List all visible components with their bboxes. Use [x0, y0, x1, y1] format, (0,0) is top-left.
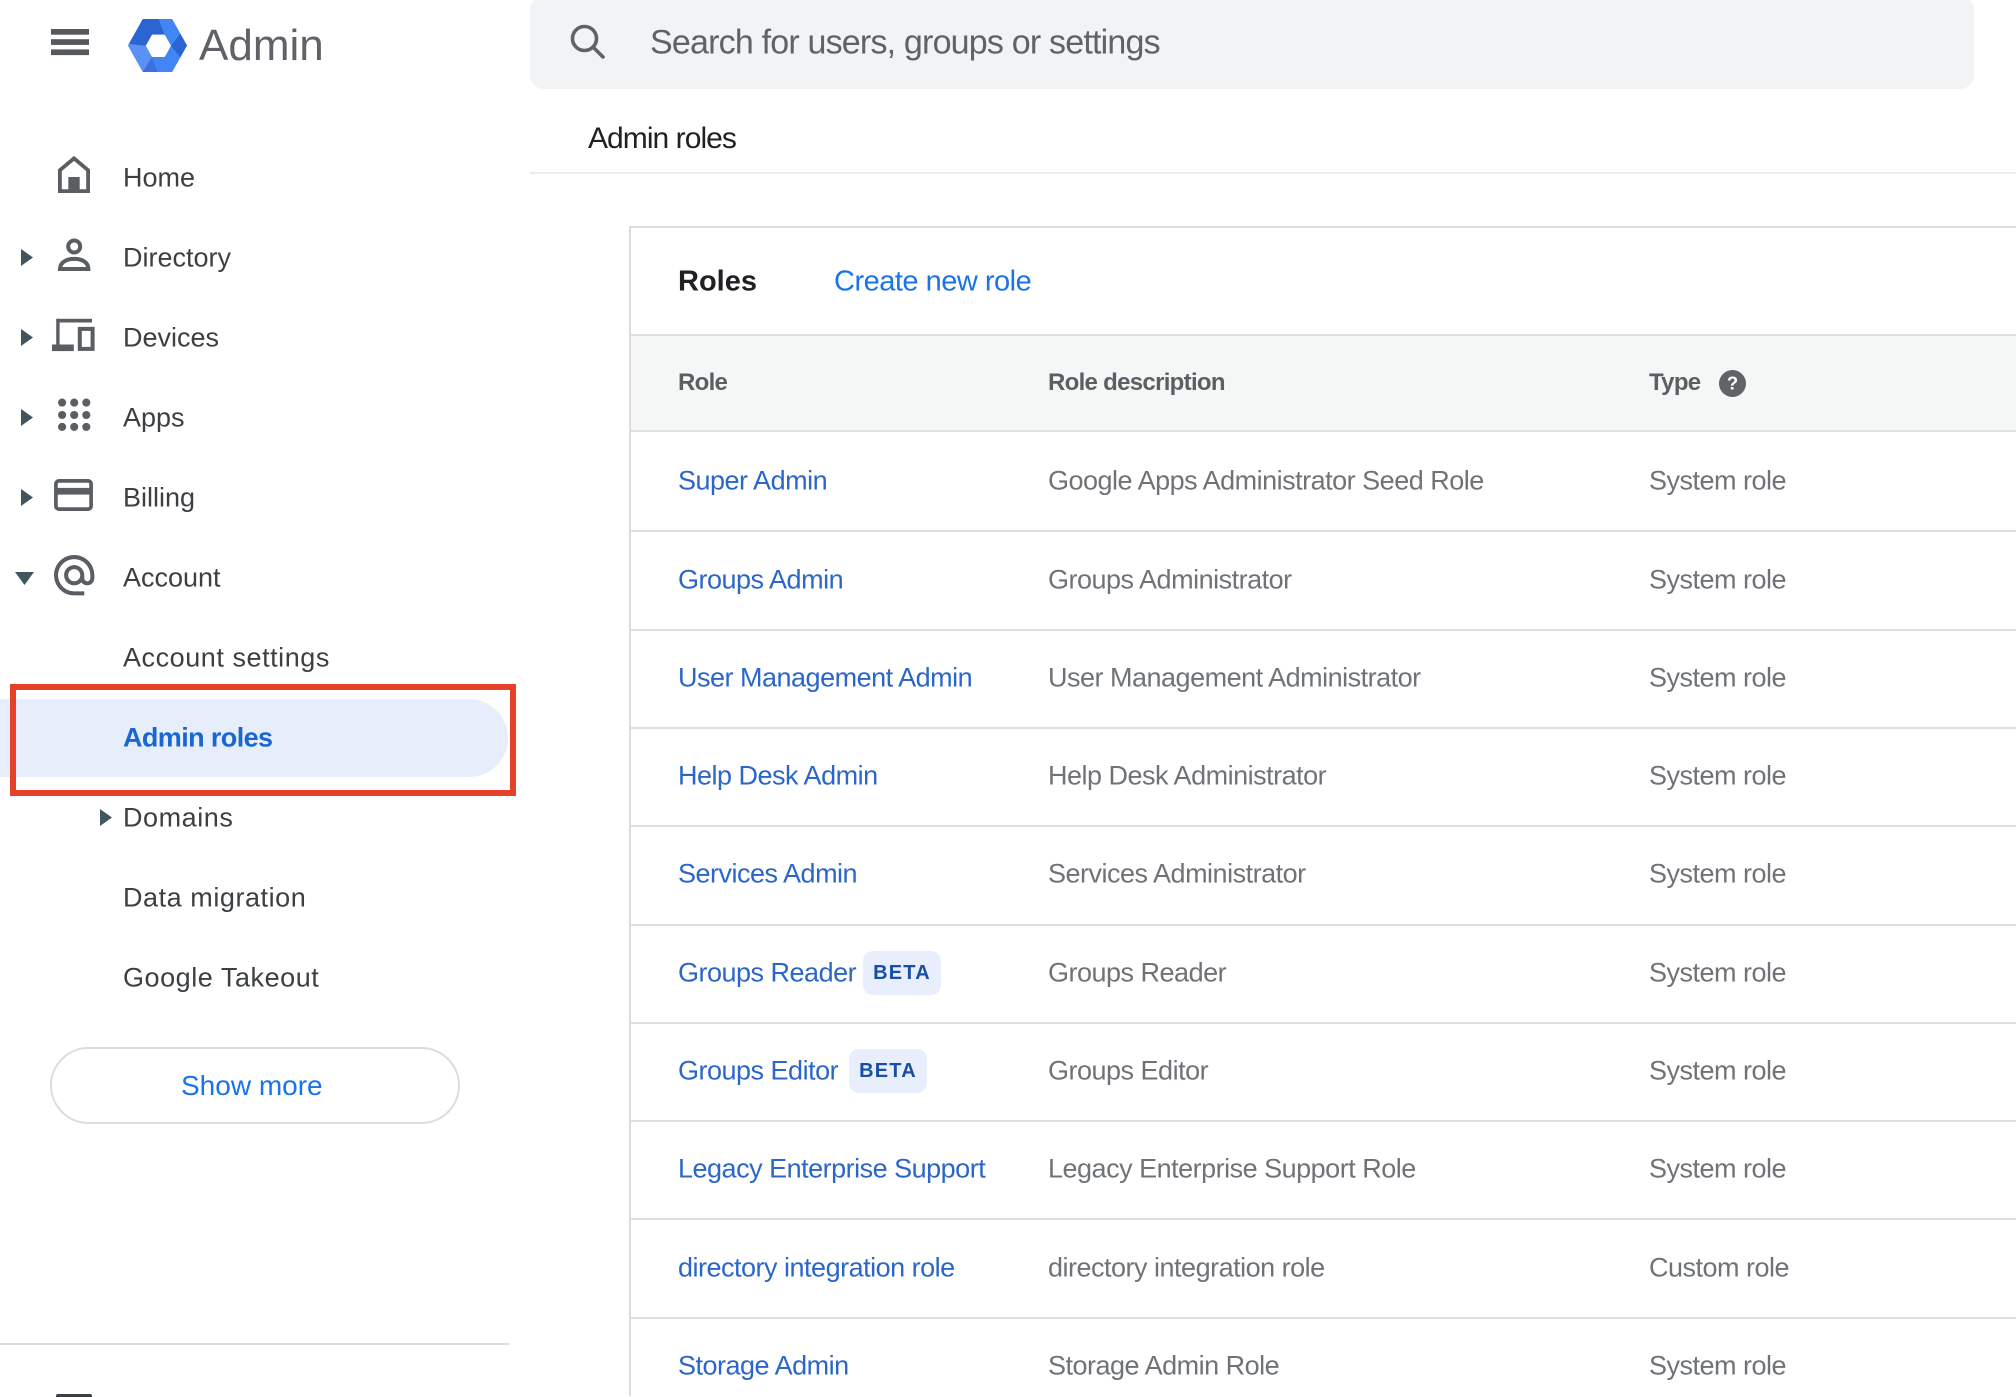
svg-text:?: ? — [1727, 373, 1738, 394]
